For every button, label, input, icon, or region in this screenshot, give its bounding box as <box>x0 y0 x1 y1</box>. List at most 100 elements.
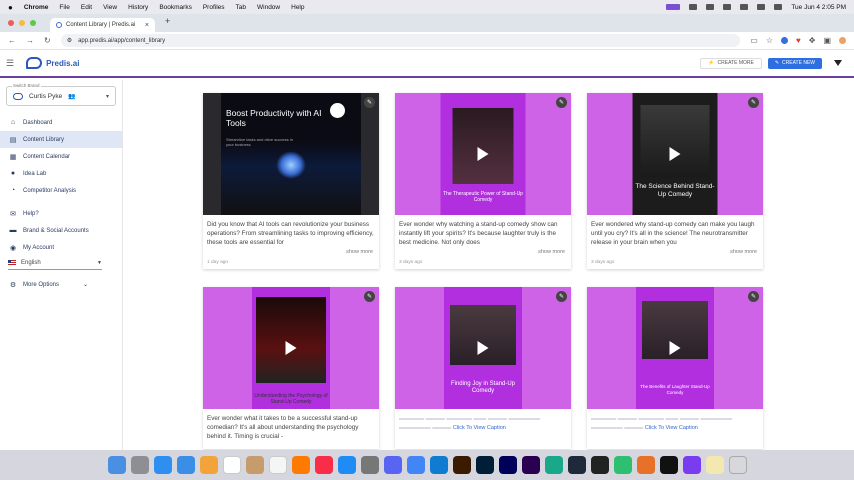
heart-extension-icon[interactable]: ♥ <box>796 36 801 45</box>
edit-icon[interactable]: ✎ <box>748 97 759 108</box>
sidepanel-icon[interactable]: ▣ <box>823 36 831 45</box>
sidebar-item-competitor-analysis[interactable]: ◔ Competitor Analysis <box>0 182 122 199</box>
notes-app-icon[interactable] <box>245 456 264 474</box>
chrome-icon[interactable] <box>406 456 425 474</box>
edit-icon[interactable]: ✎ <box>364 291 375 302</box>
menu-tab[interactable]: Tab <box>236 4 246 11</box>
create-more-button[interactable]: ⚡ CREATE MORE <box>700 57 762 69</box>
trash-icon[interactable] <box>728 456 747 474</box>
status-icon[interactable] <box>689 4 698 10</box>
predis-logo[interactable]: Predis.ai <box>26 57 79 69</box>
control-center-icon[interactable] <box>774 4 783 10</box>
edge-icon[interactable] <box>429 456 448 474</box>
more-options-toggle[interactable]: ⚙ More Options ⌄ <box>0 276 122 293</box>
cast-icon[interactable]: ▭ <box>750 36 758 45</box>
menu-edit[interactable]: Edit <box>81 4 92 11</box>
app-store-icon[interactable] <box>337 456 356 474</box>
premiere-icon[interactable] <box>521 456 540 474</box>
card-thumbnail[interactable]: The Benefits of Laughter Stand-Up Comedy… <box>587 287 763 409</box>
menu-view[interactable]: View <box>103 4 117 11</box>
menu-chrome[interactable]: Chrome <box>24 4 49 11</box>
terminal-icon[interactable] <box>567 456 586 474</box>
circle-app-icon[interactable] <box>613 456 632 474</box>
switch-brand-select[interactable]: Switch Brand Curtis Pyke 👥 ▾ <box>6 83 116 106</box>
show-more-link[interactable]: show more <box>587 249 763 258</box>
content-card[interactable]: Boost Productivity with AI Tools Streaml… <box>203 93 379 269</box>
books-icon[interactable] <box>636 456 655 474</box>
photos-icon[interactable] <box>199 456 218 474</box>
card-thumbnail[interactable]: Understanding the Psychology of Stand-Up… <box>203 287 379 409</box>
show-more-link[interactable]: show more <box>203 249 379 258</box>
content-card[interactable]: Understanding the Psychology of Stand-Up… <box>203 287 379 449</box>
language-select[interactable]: English ▼ <box>8 256 102 270</box>
back-icon[interactable]: ← <box>8 36 16 45</box>
screen-record-icon[interactable] <box>666 4 681 10</box>
play-icon[interactable] <box>477 147 489 161</box>
after-effects-icon[interactable] <box>498 456 517 474</box>
edit-icon[interactable]: ✎ <box>364 97 375 108</box>
menu-bookmarks[interactable]: Bookmarks <box>159 4 192 11</box>
battery-icon[interactable] <box>723 4 732 10</box>
sidebar-item-help[interactable]: ✉ Help? <box>0 205 122 222</box>
profile-avatar[interactable] <box>839 37 846 44</box>
address-bar[interactable]: ⚙ app.predis.ai/app/content_library <box>60 34 741 47</box>
mail-icon[interactable] <box>176 456 195 474</box>
apple-icon[interactable]: ● <box>8 3 13 12</box>
close-window-icon[interactable] <box>8 20 14 26</box>
card-thumbnail[interactable]: The Science Behind Stand-Up Comedy ✎ <box>587 93 763 215</box>
reload-icon[interactable]: ↻ <box>44 36 51 45</box>
site-info-icon[interactable]: ⚙ <box>67 37 72 44</box>
epic-games-icon[interactable] <box>590 456 609 474</box>
illustrator-icon[interactable] <box>452 456 471 474</box>
calendar-app-icon[interactable] <box>222 456 241 474</box>
edit-icon[interactable]: ✎ <box>556 291 567 302</box>
downloads-folder-icon[interactable] <box>705 456 724 474</box>
content-card[interactable]: Finding Joy in Stand-Up Comedy ✎ ▬▬▬▬ ▬▬… <box>395 287 571 449</box>
sidebar-item-idea-lab[interactable]: ● Idea Lab <box>0 165 122 182</box>
play-icon[interactable] <box>669 147 681 161</box>
card-thumbnail[interactable]: Finding Joy in Stand-Up Comedy ✎ <box>395 287 571 409</box>
maximize-window-icon[interactable] <box>30 20 36 26</box>
filter-icon[interactable] <box>834 60 842 66</box>
content-card[interactable]: The Benefits of Laughter Stand-Up Comedy… <box>587 287 763 449</box>
hamburger-menu-icon[interactable]: ☰ <box>6 58 14 69</box>
card-thumbnail[interactable]: Boost Productivity with AI Tools Streaml… <box>203 93 379 215</box>
play-icon[interactable] <box>706 4 715 10</box>
music-icon[interactable] <box>314 456 333 474</box>
menu-window[interactable]: Window <box>257 4 280 11</box>
wifi-icon[interactable] <box>740 4 749 10</box>
minimize-window-icon[interactable] <box>19 20 25 26</box>
bookmark-star-icon[interactable]: ☆ <box>766 36 773 45</box>
forward-icon[interactable]: → <box>26 36 34 45</box>
sidebar-item-content-calendar[interactable]: ▦ Content Calendar <box>0 148 122 165</box>
view-caption-link[interactable]: Click To View Caption <box>453 425 506 431</box>
content-card[interactable]: The Science Behind Stand-Up Comedy ✎ Eve… <box>587 93 763 269</box>
sidebar-item-my-account[interactable]: ◉ My Account <box>0 239 122 256</box>
edit-icon[interactable]: ✎ <box>556 97 567 108</box>
settings-app-icon[interactable] <box>360 456 379 474</box>
sidebar-item-dashboard[interactable]: ⌂ Dashboard <box>0 114 122 131</box>
safari-icon[interactable] <box>153 456 172 474</box>
play-icon[interactable] <box>285 341 297 355</box>
sidebar-item-content-library[interactable]: ▤ Content Library <box>0 131 122 148</box>
purple-app-icon[interactable] <box>682 456 701 474</box>
close-tab-icon[interactable]: × <box>145 22 149 29</box>
browser-tab[interactable]: Content Library | Predis.ai × <box>50 18 155 32</box>
finder-icon[interactable] <box>107 456 126 474</box>
create-new-button[interactable]: ✎ CREATE NEW <box>767 57 822 69</box>
play-icon[interactable] <box>669 341 681 355</box>
card-thumbnail[interactable]: The Therapeutic Power of Stand-Up Comedy… <box>395 93 571 215</box>
puzzle-icon[interactable]: ✥ <box>809 36 816 45</box>
messages-icon[interactable] <box>544 456 563 474</box>
vlc-icon[interactable] <box>291 456 310 474</box>
extension-icon[interactable] <box>780 37 788 44</box>
menu-profiles[interactable]: Profiles <box>203 4 225 11</box>
search-icon[interactable] <box>757 4 766 10</box>
play-icon[interactable] <box>477 341 489 355</box>
capcut-icon[interactable] <box>659 456 678 474</box>
new-tab-icon[interactable]: + <box>165 16 170 32</box>
launchpad-icon[interactable] <box>130 456 149 474</box>
menu-file[interactable]: File <box>59 4 69 11</box>
discord-icon[interactable] <box>383 456 402 474</box>
reminders-icon[interactable] <box>268 456 287 474</box>
